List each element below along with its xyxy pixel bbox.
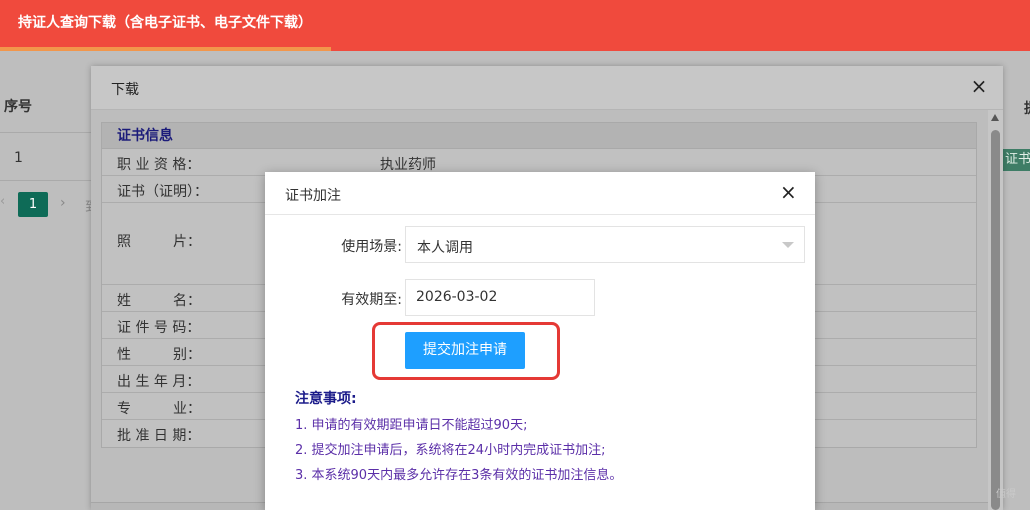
cert-info-button[interactable]: 证书信 xyxy=(1003,149,1030,171)
annotation-dialog-header: 证书加注 × xyxy=(265,172,815,215)
note-item: 3. 本系统90天内最多允许存在3条有效的证书加注信息。 xyxy=(295,468,623,483)
info-label: 证 件 号 码： xyxy=(117,320,201,336)
scroll-up-icon[interactable] xyxy=(991,114,999,121)
annotation-dialog-title: 证书加注 xyxy=(285,188,341,204)
usage-scene-select[interactable]: 本人调用 xyxy=(405,226,805,263)
table-divider xyxy=(0,132,92,133)
close-icon[interactable]: × xyxy=(780,182,797,202)
chevron-down-icon xyxy=(782,242,794,248)
watermark: 值得 xyxy=(996,489,1016,500)
column-header-seq: 序号 xyxy=(4,99,32,115)
tab-title: 持证人查询下载（含电子证书、电子文件下载） xyxy=(18,15,312,31)
cert-annotation-dialog: 证书加注 × 使用场景: 本人调用 有效期至: 2026-03-02 提交加注申… xyxy=(265,172,815,510)
pager-next-button[interactable]: › xyxy=(60,195,66,211)
table-divider xyxy=(0,180,92,181)
info-label: 职 业 资 格： xyxy=(117,157,201,173)
info-label: 证书（证明）： xyxy=(117,184,208,200)
cert-info-section-title: 证书信息 xyxy=(102,123,976,149)
note-item: 1. 申请的有效期距申请日不能超过90天; xyxy=(295,418,528,433)
info-label: 出 生 年 月： xyxy=(117,374,201,390)
info-label: 姓 名： xyxy=(117,293,201,309)
download-dialog-title: 下载 xyxy=(111,82,139,98)
pager-page-1[interactable]: 1 xyxy=(18,192,48,217)
highlight-annotation xyxy=(372,322,560,380)
notes-title: 注意事项: xyxy=(295,391,357,407)
info-label: 性 别： xyxy=(117,347,201,363)
info-label: 批 准 日 期： xyxy=(117,428,201,444)
usage-scene-value: 本人调用 xyxy=(417,240,473,256)
download-dialog-header: 下载 × xyxy=(91,66,1003,110)
info-value: 执业药师 xyxy=(380,157,436,173)
close-icon[interactable]: × xyxy=(969,76,989,96)
scene-label: 使用场景: xyxy=(341,239,402,255)
pager-prev-button[interactable]: ‹ xyxy=(0,194,10,216)
dialog-scrollbar[interactable] xyxy=(988,110,1003,510)
info-label: 专 业： xyxy=(117,401,201,417)
column-header-right: 提 xyxy=(1024,98,1030,118)
info-label: 照 片： xyxy=(117,234,201,250)
note-item: 2. 提交加注申请后，系统将在24小时内完成证书加注; xyxy=(295,443,606,458)
scroll-thumb[interactable] xyxy=(991,130,1000,510)
valid-until-input[interactable]: 2026-03-02 xyxy=(405,279,595,316)
tab-cert-query-download[interactable]: 持证人查询下载（含电子证书、电子文件下载） xyxy=(0,0,331,51)
valid-until-label: 有效期至: xyxy=(341,292,402,308)
table-cell-seq: 1 xyxy=(14,150,23,166)
top-header: 持证人查询下载（含电子证书、电子文件下载） xyxy=(0,0,1030,51)
